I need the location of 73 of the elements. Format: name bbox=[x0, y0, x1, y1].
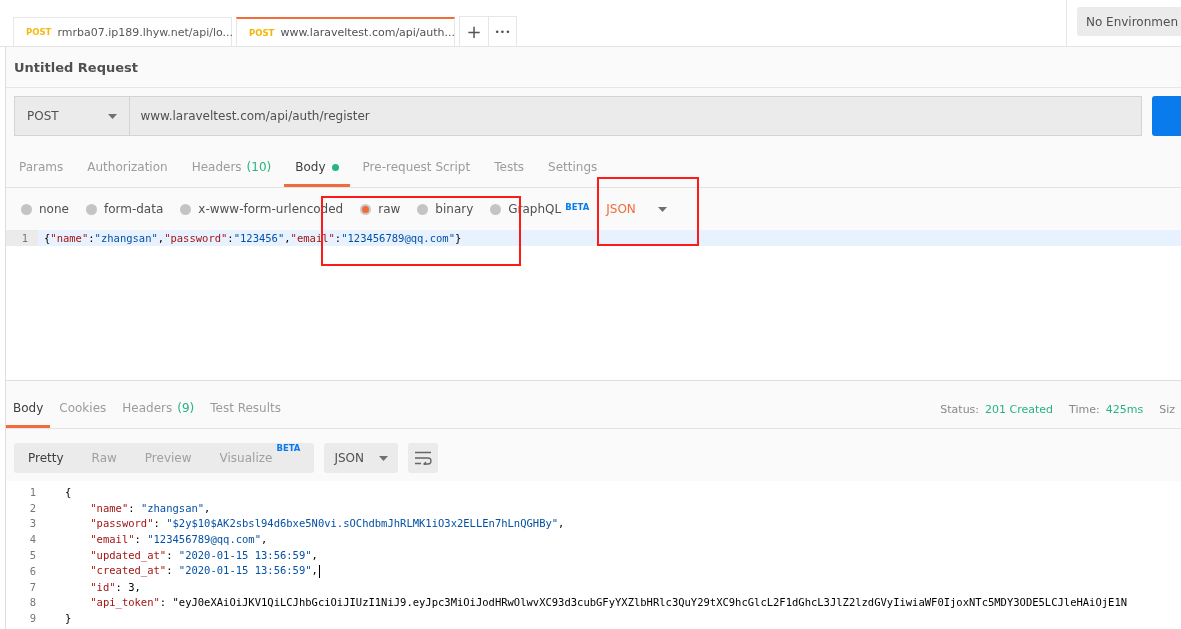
radio-button[interactable] bbox=[417, 203, 429, 215]
tab-label: Tests bbox=[494, 160, 525, 174]
tab-label: Authorization bbox=[87, 160, 168, 174]
code-line: { bbox=[50, 485, 72, 498]
code-line: "id": 3, bbox=[50, 580, 141, 593]
radio-label[interactable]: none bbox=[39, 202, 69, 216]
tab-label: Params bbox=[19, 160, 64, 174]
tab-label: Settings bbox=[548, 160, 598, 174]
method-label: POST bbox=[26, 27, 52, 37]
section-tab[interactable]: Body bbox=[6, 391, 51, 428]
tab-label: Cookies bbox=[59, 401, 107, 415]
radio-button[interactable] bbox=[180, 203, 192, 215]
line-number: 3 bbox=[28, 517, 37, 530]
request-tab[interactable]: POST www.laraveltest.com/api/auth... bbox=[236, 17, 455, 46]
send-button[interactable] bbox=[1151, 96, 1181, 136]
caret-icon bbox=[657, 206, 667, 212]
line-number: 9 bbox=[28, 612, 37, 625]
format-select[interactable]: JSON bbox=[324, 443, 399, 473]
code-line: "password": "$2y$10$AK2sbsl94d6bxe5N0vi.sOChdbmJhRLMK1iO3x2ELLEn7hLnQGHBy", bbox=[50, 517, 565, 530]
tab-label: Body bbox=[295, 160, 326, 174]
meta-value: 425ms bbox=[1105, 403, 1144, 416]
line-number: 7 bbox=[28, 580, 37, 593]
radio-label[interactable]: raw bbox=[378, 202, 401, 216]
radio-button[interactable] bbox=[85, 203, 97, 215]
code-line: "email": "123456789@qq.com", bbox=[50, 533, 268, 546]
tab-title: www.laraveltest.com/api/auth... bbox=[280, 26, 456, 39]
tab-label: Test Results bbox=[210, 401, 281, 415]
method-select[interactable]: POST bbox=[14, 96, 130, 136]
radio-button[interactable] bbox=[21, 203, 32, 215]
meta-label: Status: bbox=[940, 403, 980, 416]
tab-label: Body bbox=[13, 401, 44, 415]
code-line: } bbox=[50, 612, 72, 625]
line-number: 1 bbox=[6, 230, 38, 246]
line-number: 4 bbox=[28, 533, 37, 546]
radio-label[interactable]: binary bbox=[435, 202, 474, 216]
meta-label: Time: bbox=[1069, 403, 1100, 416]
view-mode-button[interactable]: Pretty bbox=[14, 443, 78, 473]
format-value: JSON bbox=[606, 202, 636, 216]
method-label: POST bbox=[249, 27, 275, 38]
code-line: "created_at": "2020-01-15 13:56:59", bbox=[50, 564, 320, 578]
tab-label: Headers bbox=[122, 401, 173, 415]
code-line: "name": "zhangsan", bbox=[50, 501, 211, 514]
radio-label[interactable]: form-data bbox=[103, 202, 164, 216]
beta-label: BETA bbox=[565, 202, 590, 212]
line-number: 1 bbox=[28, 485, 37, 498]
wrap-lines-button[interactable] bbox=[408, 443, 439, 473]
status-dot bbox=[331, 163, 339, 171]
line-number: 2 bbox=[28, 501, 37, 514]
meta-label: Siz bbox=[1159, 403, 1175, 416]
url-field[interactable]: www.laraveltest.com/api/auth/register bbox=[129, 96, 1142, 136]
line-number: 6 bbox=[28, 564, 37, 577]
method-value: POST bbox=[27, 109, 59, 123]
code-line: "api_token": "eyJ0eXAiOiJKV1QiLCJhbGciOiJIUzI1NiJ9.eyJpc3MiOiJodHRwOlwvXC93d3cubGFyYXZlbHRlc3QuY29tXC9hcGlcL2F1dGhcL3JlZ2lzdGVyIiwiaWF0IjoxNTc5MDY3ODE5LCJleHAiOjE1N bbox=[50, 596, 1128, 609]
line-number: 8 bbox=[28, 596, 37, 609]
environment-select[interactable]: No Environmen bbox=[1076, 7, 1181, 36]
caret-icon bbox=[379, 455, 389, 461]
line-number: 5 bbox=[28, 549, 37, 562]
meta-value: 201 Created bbox=[985, 403, 1054, 416]
tab-title: rmrba07.ip189.lhyw.net/api/lo... bbox=[57, 25, 234, 39]
text-cursor bbox=[318, 564, 320, 578]
format-value: JSON bbox=[334, 451, 364, 465]
count-label: (9) bbox=[177, 401, 195, 415]
radio-button[interactable] bbox=[360, 203, 372, 215]
request-title: Untitled Request bbox=[14, 59, 138, 75]
section-tab[interactable]: Body bbox=[284, 150, 350, 187]
code-line: "updated_at": "2020-01-15 13:56:59", bbox=[50, 549, 318, 562]
count-label: (10) bbox=[246, 160, 272, 174]
radio-button[interactable] bbox=[490, 203, 502, 215]
tab-label: Pre-request Script bbox=[362, 160, 471, 174]
tab-label: Headers bbox=[191, 160, 242, 174]
request-tab[interactable]: POST rmrba07.ip189.lhyw.net/api/lo... bbox=[13, 17, 232, 46]
wrap-icon bbox=[414, 451, 433, 465]
caret-icon bbox=[108, 113, 118, 119]
